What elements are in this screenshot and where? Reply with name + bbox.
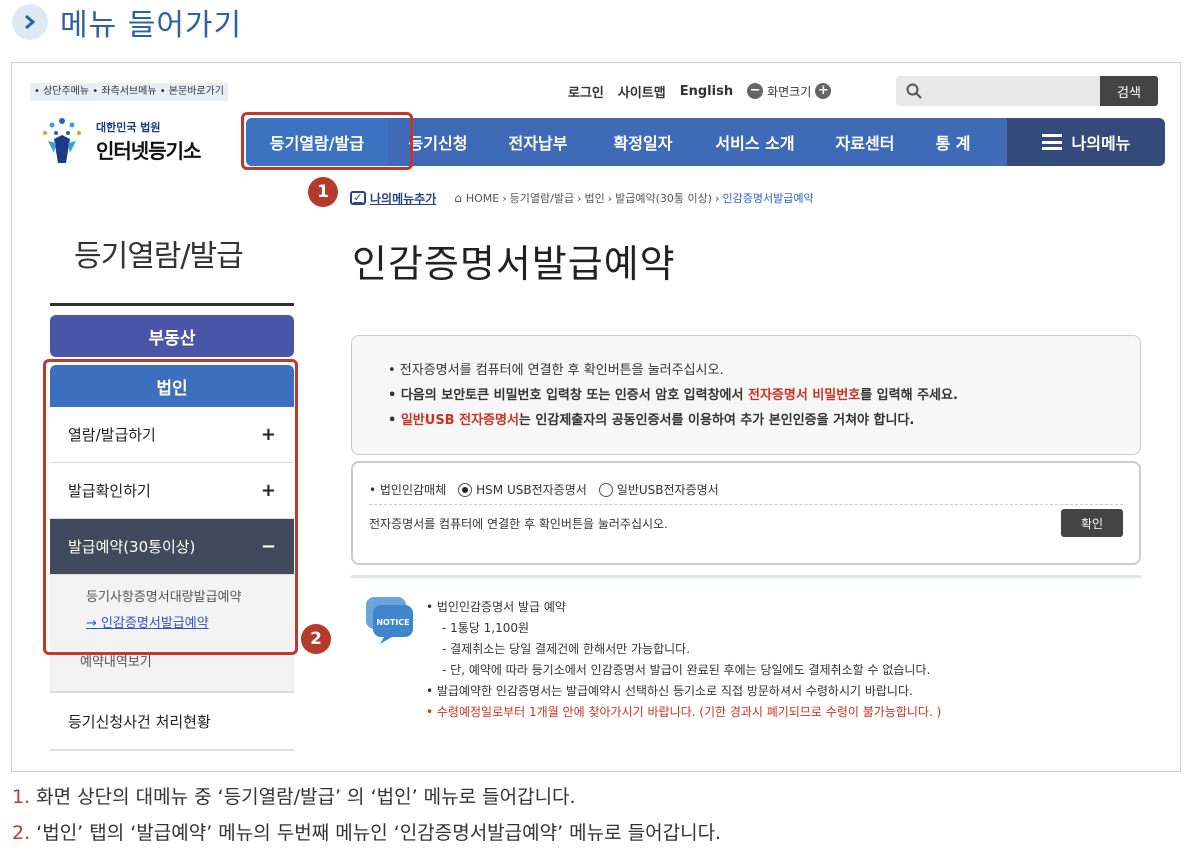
- svg-text:NOTICE: NOTICE: [376, 618, 409, 627]
- logo-title: 인터넷등기소: [96, 138, 201, 163]
- confirm-button[interactable]: 확인: [1061, 509, 1123, 537]
- instruction-line-1: • 전자증명서를 컴퓨터에 연결한 후 확인버튼을 눌러주십시오.: [388, 363, 724, 378]
- breadcrumb-sep: ›: [715, 191, 720, 205]
- content-divider: [351, 575, 1141, 578]
- sidebar-tab-realestate[interactable]: 부동산: [50, 315, 294, 357]
- search-bar: 검색: [896, 76, 1158, 106]
- hamburger-icon: [1041, 134, 1062, 150]
- confirm-row: 전자증명서를 컴퓨터에 연결한 후 확인버튼을 눌러주십시오. 확인: [369, 505, 1123, 541]
- search-icon: [906, 83, 922, 99]
- breadcrumb-home[interactable]: HOME: [466, 192, 499, 205]
- notice-icon: NOTICE: [366, 597, 413, 644]
- reservation-info: • 법인인감증명서 발급 예약 - 1통당 1,100원 - 결제취소는 당일 …: [426, 597, 941, 723]
- radio-hsm-usb-label[interactable]: HSM USB전자증명서: [476, 481, 587, 498]
- nav-item-data-center[interactable]: 자료센터: [812, 130, 918, 154]
- info-line: - 결제취소는 당일 결제건에 한해서만 가능합니다.: [442, 642, 691, 656]
- radio-general-usb[interactable]: [598, 482, 613, 497]
- search-input[interactable]: [928, 84, 1098, 98]
- radio-general-usb-label[interactable]: 일반USB전자증명서: [617, 481, 719, 498]
- sidebar-item-case-status[interactable]: 등기신청사건 처리현황: [50, 695, 294, 751]
- search-button[interactable]: 검색: [1100, 76, 1158, 106]
- highlight-box-nav: [241, 112, 413, 170]
- login-link[interactable]: 로그인: [568, 82, 604, 101]
- media-select-box: • 법인인감매체 HSM USB전자증명서 일반USB전자증명서 전자증명서를 …: [351, 461, 1141, 565]
- info-line: • 발급예약한 인감증명서는 발급예약시 선택하신 등기소로 직접 방문하셔서 …: [426, 684, 913, 698]
- add-my-menu-link[interactable]: ✓ 나의메뉴추가: [350, 190, 436, 207]
- zoom-in-icon[interactable]: +: [815, 83, 832, 99]
- instruction-line-3: • 일반USB 전자증명서는 인감제출자의 공동인증서를 이용하여 추가 본인인…: [388, 413, 915, 428]
- instruction-line-2: • 다음의 보안토큰 비밀번호 입력창 또는 인증서 암호 입력창에서 전자증명…: [388, 388, 958, 403]
- search-field[interactable]: [896, 76, 1100, 106]
- breadcrumb-corp[interactable]: 법인: [585, 190, 605, 206]
- breadcrumb: ✓ 나의메뉴추가 ⌂ HOME › 등기열람/발급 › 법인 › 발급예약(30…: [350, 188, 814, 208]
- breadcrumb-sep: ›: [577, 191, 582, 205]
- breadcrumb-sep: ›: [607, 191, 613, 205]
- media-label: • 법인인감매체: [369, 483, 447, 497]
- chevron-right-icon: [12, 4, 48, 40]
- breadcrumb-current: 인감증명서발급예약: [722, 192, 814, 205]
- radio-hsm-usb[interactable]: [458, 482, 473, 497]
- logo-text: 대한민국 법원 인터넷등기소: [96, 119, 201, 164]
- instruction-box: • 전자증명서를 컴퓨터에 연결한 후 확인버튼을 눌러주십시오. • 다음의 …: [351, 335, 1141, 455]
- skip-links[interactable]: • 상단주메뉴 • 좌측서브메뉴 • 본문바로가기: [30, 83, 228, 101]
- my-menu-label: 나의메뉴: [1071, 134, 1131, 153]
- breadcrumb-sep: ›: [502, 191, 507, 205]
- step-captions: 1. 화면 상단의 대메뉴 중 ‘등기열람/발급’ 의 ‘법인’ 메뉴로 들어갑…: [12, 780, 721, 852]
- step-badge-1: 1: [308, 177, 338, 207]
- step-badge-2: 2: [301, 624, 331, 654]
- add-my-menu-label: 나의메뉴추가: [370, 191, 437, 206]
- my-menu-button[interactable]: 나의메뉴: [1007, 118, 1165, 166]
- media-radio-group: • 법인인감매체 HSM USB전자증명서 일반USB전자증명서: [369, 481, 1123, 505]
- nav-item-statistics[interactable]: 통 계: [918, 130, 988, 154]
- court-emblem-icon: [43, 118, 81, 163]
- info-line: • 법인인감증명서 발급 예약: [426, 600, 566, 614]
- sitemap-link[interactable]: 사이트맵: [618, 82, 666, 101]
- utility-bar: 로그인 사이트맵 English − 화면크기 +: [568, 79, 835, 103]
- info-line: - 단, 예약에 따라 등기소에서 인감증명서 발급이 완료된 후에는 당일에도…: [442, 663, 931, 677]
- highlight-box-sidebar: [43, 359, 298, 655]
- english-link[interactable]: English: [680, 84, 733, 99]
- zoom-label: 화면크기: [767, 84, 812, 99]
- nav-item-fixed-date[interactable]: 확정일자: [588, 130, 698, 154]
- breadcrumb-registry[interactable]: 등기열람/발급: [510, 190, 574, 206]
- zoom-out-icon[interactable]: −: [747, 83, 764, 99]
- sidebar-title: 등기열람/발급: [74, 239, 244, 274]
- section-header: 메뉴 들어가기: [12, 2, 243, 43]
- page-title: 인감증명서발급예약: [352, 242, 676, 286]
- site-logo[interactable]: 대한민국 법원 인터넷등기소: [34, 111, 234, 171]
- logo-subtitle: 대한민국 법원: [96, 120, 161, 134]
- nav-item-e-payment[interactable]: 전자납부: [488, 130, 588, 154]
- connect-message: 전자증명서를 컴퓨터에 연결한 후 확인버튼을 눌러주십시오.: [369, 516, 668, 531]
- nav-item-service-intro[interactable]: 서비스 소개: [698, 130, 812, 154]
- check-icon: ✓: [350, 191, 366, 205]
- screenshot-frame: • 상단주메뉴 • 좌측서브메뉴 • 본문바로가기 로그인 사이트맵 Engli…: [11, 62, 1181, 772]
- caption-step-2: 2. ‘법인’ 탭의 ‘발급예약’ 메뉴의 두번째 메뉴인 ‘인감증명서발급예약…: [12, 822, 722, 844]
- home-icon: ⌂: [454, 191, 462, 205]
- sidebar-divider: [50, 303, 294, 306]
- breadcrumb-reservation[interactable]: 발급예약(30통 이상): [615, 190, 712, 206]
- section-title: 메뉴 들어가기: [60, 8, 243, 43]
- info-line: - 1통당 1,100원: [442, 621, 530, 635]
- info-line-warning: • 수령예정일로부터 1개월 안에 찾아가시기 바랍니다. (기한 경과시 폐기…: [426, 705, 942, 719]
- caption-step-1: 1. 화면 상단의 대메뉴 중 ‘등기열람/발급’ 의 ‘법인’ 메뉴로 들어갑…: [12, 786, 576, 808]
